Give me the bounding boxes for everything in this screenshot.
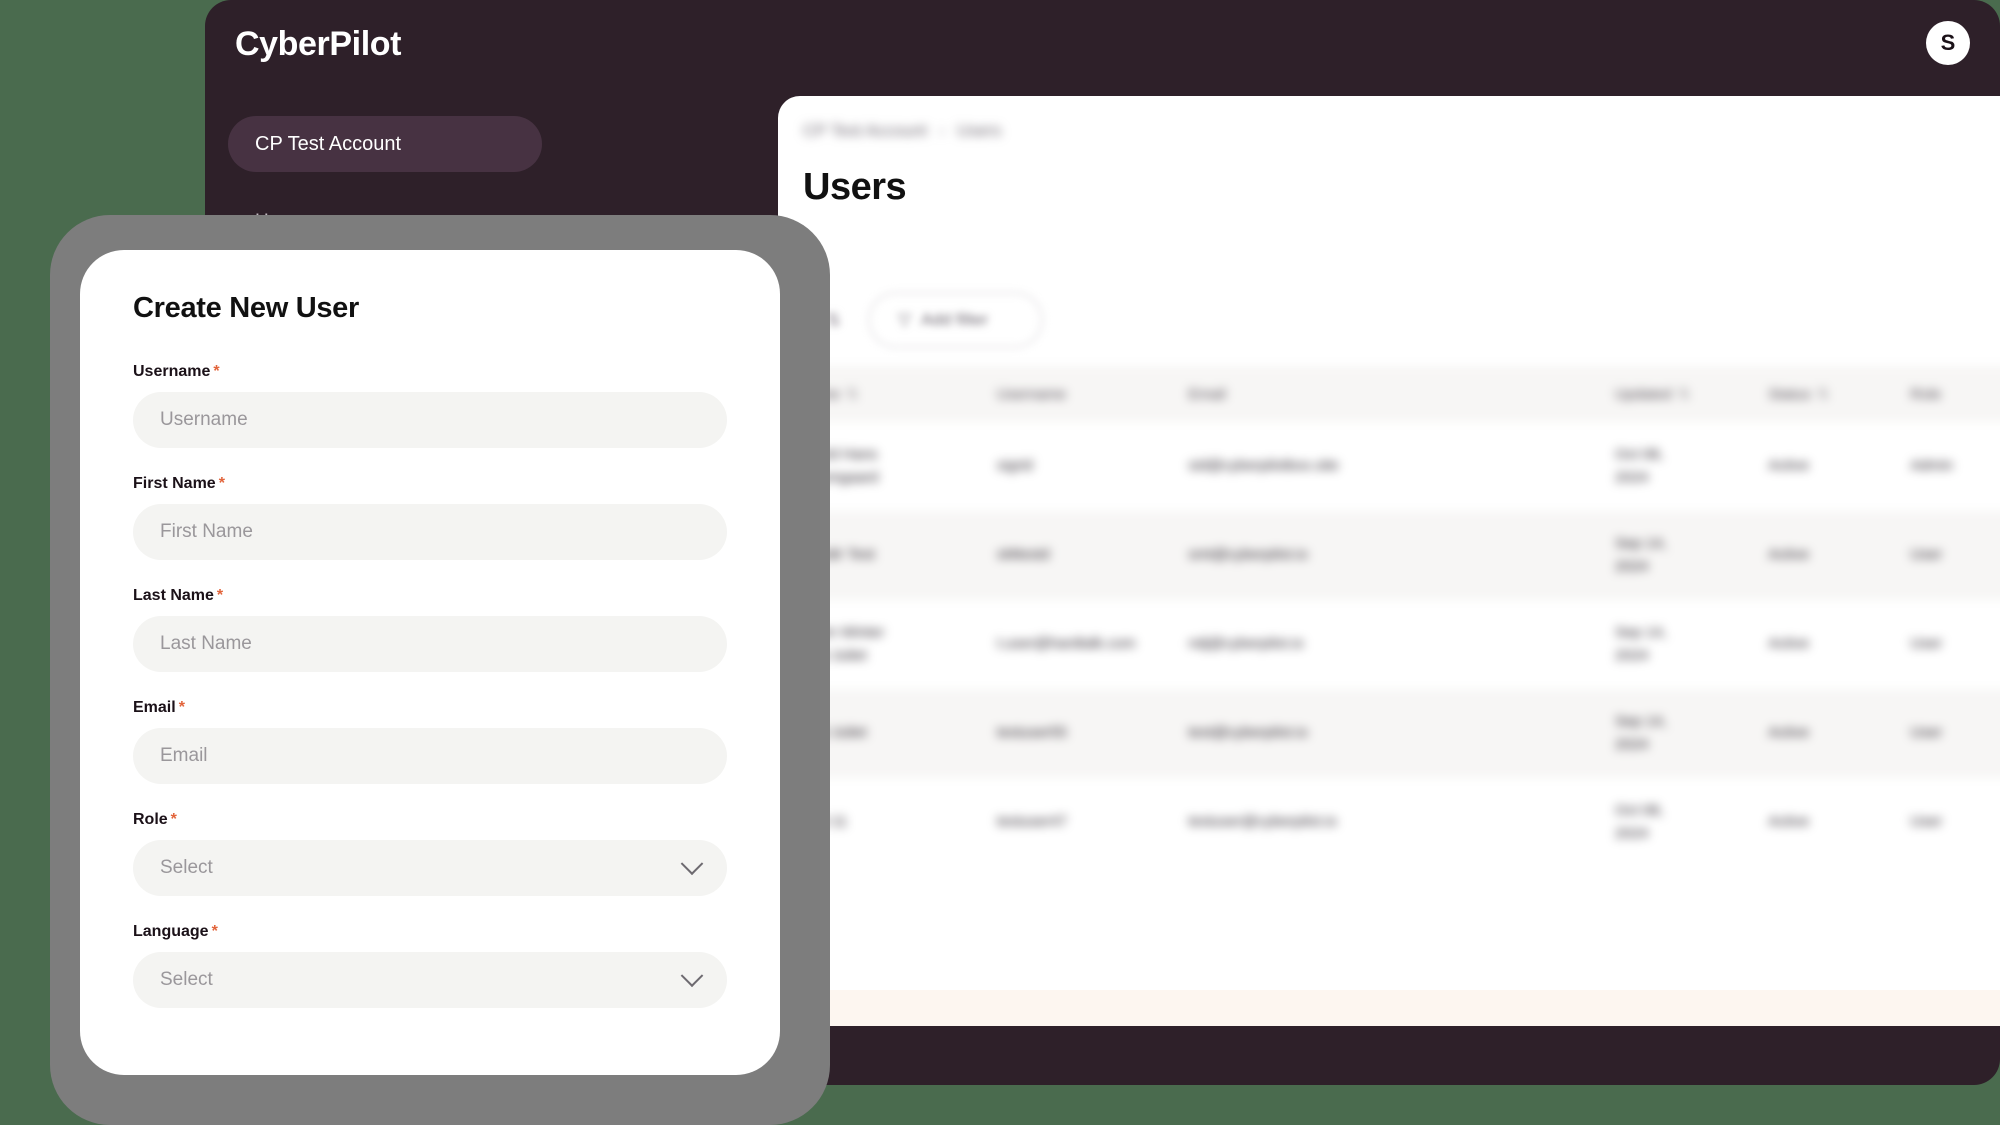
table-row[interactable]: Sandir Test sMtestd smt@cyberpilot.io Se… xyxy=(778,511,2000,600)
field-first-name: First Name * xyxy=(133,475,727,560)
brand-logo[interactable]: CyberPilot xyxy=(235,25,401,64)
required-marker: * xyxy=(178,699,185,716)
field-label: Email * xyxy=(133,699,727,717)
column-header-label: Updated xyxy=(1615,386,1672,403)
field-language: Language * Select xyxy=(133,923,727,1008)
cell-status: Active xyxy=(1768,546,1810,564)
cell-status: Active xyxy=(1768,457,1810,475)
cell-role: User xyxy=(1910,635,1943,653)
column-header-status[interactable]: Status ⇅ xyxy=(1746,366,1889,422)
required-marker: * xyxy=(211,923,218,940)
column-header-role: Role xyxy=(1888,366,2000,422)
chevron-down-icon xyxy=(680,852,704,876)
sort-caret-icon: ⇅ xyxy=(1677,386,1691,403)
filter-icon: ▽ xyxy=(898,310,912,329)
required-marker: * xyxy=(216,587,224,604)
column-header-label: Status xyxy=(1768,386,1811,403)
avatar[interactable]: S xyxy=(1926,21,1970,65)
cell-username: sigrid xyxy=(996,457,1033,475)
breadcrumb-item-account[interactable]: CP Test Account xyxy=(803,121,927,141)
breadcrumb-item-users[interactable]: Users xyxy=(957,121,1001,141)
create-new-user-modal: Create New User Username* First Name* La… xyxy=(80,250,780,1075)
page-title: Users xyxy=(803,166,907,208)
breadcrumb-separator: › xyxy=(939,121,945,140)
breadcrumb: CP Test Account › Users xyxy=(803,121,1001,141)
field-email: Email * xyxy=(133,699,727,784)
cell-updated: Sep 14, 2024 xyxy=(1615,535,1667,575)
table-row[interactable]: Sigrid Hans Stromgaard sigrid sid@cyberp… xyxy=(778,422,2000,511)
column-header-label: Username xyxy=(996,385,1067,403)
field-label-text: Role xyxy=(133,811,168,828)
username-input[interactable] xyxy=(133,392,727,448)
field-role: Role * Select xyxy=(133,811,727,896)
cell-username: testuser47 xyxy=(996,813,1067,831)
field-username: Username * xyxy=(133,363,727,448)
field-last-name: Last Name * xyxy=(133,587,727,672)
cell-role: Admin xyxy=(1910,457,1953,475)
field-label-text: Language xyxy=(133,923,209,940)
column-header-username: Username xyxy=(974,366,1167,422)
field-label: Role * xyxy=(133,811,727,829)
table-row[interactable]: Team Winter Test Juliet t.user@hardtalk.… xyxy=(778,600,2000,689)
cell-updated: Oct 08, 2024 xyxy=(1615,802,1664,842)
field-label-text: First Name xyxy=(133,475,216,492)
first-name-input[interactable] xyxy=(133,504,727,560)
cell-updated: Oct 08, 2024 xyxy=(1615,446,1664,486)
table-row[interactable]: Test 11 testuser47 testuser@cyberpilot.i… xyxy=(778,778,2000,867)
role-select-value: Select xyxy=(160,857,213,878)
role-select[interactable]: Select xyxy=(133,840,727,896)
table-body: Sigrid Hans Stromgaard sigrid sid@cyberp… xyxy=(778,422,2000,867)
users-table: Name⇅ Username Email Updated⇅ Status⇅ xyxy=(778,366,2000,867)
field-label: Username * xyxy=(133,363,727,381)
content-panel: CP Test Account › Users Users ⇅ ▽ Add fi… xyxy=(778,96,2000,1026)
field-label: First Name * xyxy=(133,475,727,493)
toolbar: ⇅ ▽ Add filter Create new + Upload users… xyxy=(778,274,2000,366)
sidebar-item-account[interactable]: CP Test Account xyxy=(228,116,542,172)
field-label-text: Email xyxy=(133,699,176,716)
app-topbar: CyberPilot S xyxy=(205,0,2000,96)
chevron-down-icon xyxy=(680,964,704,988)
field-label-text: Last Name xyxy=(133,587,214,604)
cell-username: t.user@hardtalk.com xyxy=(996,635,1136,653)
table-row[interactable]: Uett Juliet testuser55 test@cyberpilot.i… xyxy=(778,689,2000,778)
email-input[interactable] xyxy=(133,728,727,784)
cell-role: User xyxy=(1910,813,1943,831)
add-filter-label: Add filter xyxy=(921,310,989,329)
cell-email: smt@cyberpilot.io xyxy=(1188,546,1308,564)
field-label-text: Username xyxy=(133,363,211,380)
required-marker: * xyxy=(218,475,225,492)
cell-updated: Sep 14, 2024 xyxy=(1615,624,1667,664)
sidebar-account-label: CP Test Account xyxy=(255,132,402,155)
column-header-updated[interactable]: Updated ⇅ xyxy=(1593,366,1747,422)
cell-email: ndj@cyberpilot.io xyxy=(1188,635,1304,653)
cell-status: Active xyxy=(1768,724,1810,742)
cell-updated: Sep 14, 2024 xyxy=(1615,713,1667,753)
sort-caret-icon: ⇅ xyxy=(846,386,859,403)
modal-title: Create New User xyxy=(133,292,359,324)
field-label: Last Name * xyxy=(133,587,727,605)
sort-caret-icon: ⇅ xyxy=(1816,386,1830,403)
last-name-input[interactable] xyxy=(133,616,727,672)
language-select[interactable]: Select xyxy=(133,952,727,1008)
column-header-label: Role xyxy=(1910,385,1942,403)
column-header-label: Email xyxy=(1188,385,1226,403)
required-marker: * xyxy=(213,363,220,380)
cell-username: sMtestd xyxy=(996,546,1050,564)
cell-email: sid@cyberpilotbox.site xyxy=(1188,457,1339,475)
cell-role: User xyxy=(1910,546,1943,564)
cell-email: testuser@cyberpilot.io xyxy=(1188,813,1337,831)
cell-status: Active xyxy=(1768,813,1810,831)
required-marker: * xyxy=(170,811,177,828)
table-header-row: Name⇅ Username Email Updated⇅ Status⇅ xyxy=(778,366,2000,422)
cell-role: User xyxy=(1910,724,1943,742)
table-header: Name⇅ Username Email Updated⇅ Status⇅ xyxy=(778,366,2000,422)
field-label: Language * xyxy=(133,923,727,941)
cell-username: testuser55 xyxy=(996,724,1067,742)
add-filter-button[interactable]: ▽ Add filter xyxy=(868,292,1043,348)
cell-status: Active xyxy=(1768,635,1810,653)
table-footer-bar xyxy=(778,990,2000,1026)
cell-email: test@cyberpilot.io xyxy=(1188,724,1308,742)
column-header-email: Email xyxy=(1166,366,1594,422)
language-select-value: Select xyxy=(160,969,213,990)
